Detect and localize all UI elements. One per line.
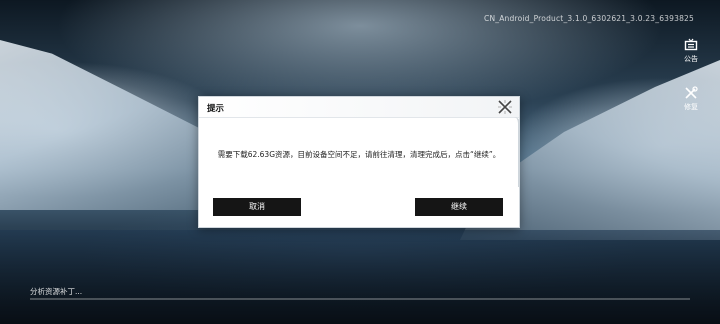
cancel-button[interactable]: 取消 xyxy=(213,198,301,216)
build-version-label: CN_Android_Product_3.1.0_6302621_3.0.23_… xyxy=(484,14,694,23)
notice-label: 公告 xyxy=(684,55,698,63)
dialog-header: 提示 xyxy=(199,97,519,118)
close-icon[interactable] xyxy=(497,99,513,115)
notice-icon xyxy=(684,38,698,51)
notice-button[interactable]: 公告 xyxy=(680,38,702,64)
repair-icon xyxy=(685,86,698,99)
background-water xyxy=(0,230,720,324)
repair-button[interactable]: 修复 xyxy=(680,86,702,112)
continue-button[interactable]: 继续 xyxy=(415,198,503,216)
dialog-message: 需要下载62.63G资源，目前设备空间不足，请前往清理，清理完成后，点击“继续”… xyxy=(217,150,501,159)
repair-label: 修复 xyxy=(684,103,698,111)
status-text: 分析资源补丁... xyxy=(30,287,83,296)
dialog-title: 提示 xyxy=(207,104,225,114)
dialog-corner-decoration xyxy=(510,117,520,187)
progress-bar xyxy=(30,298,690,300)
storage-warning-dialog: 提示 需要下载62.63G资源，目前设备空间不足，请前往清理，清理完成后，点击“… xyxy=(198,96,520,228)
